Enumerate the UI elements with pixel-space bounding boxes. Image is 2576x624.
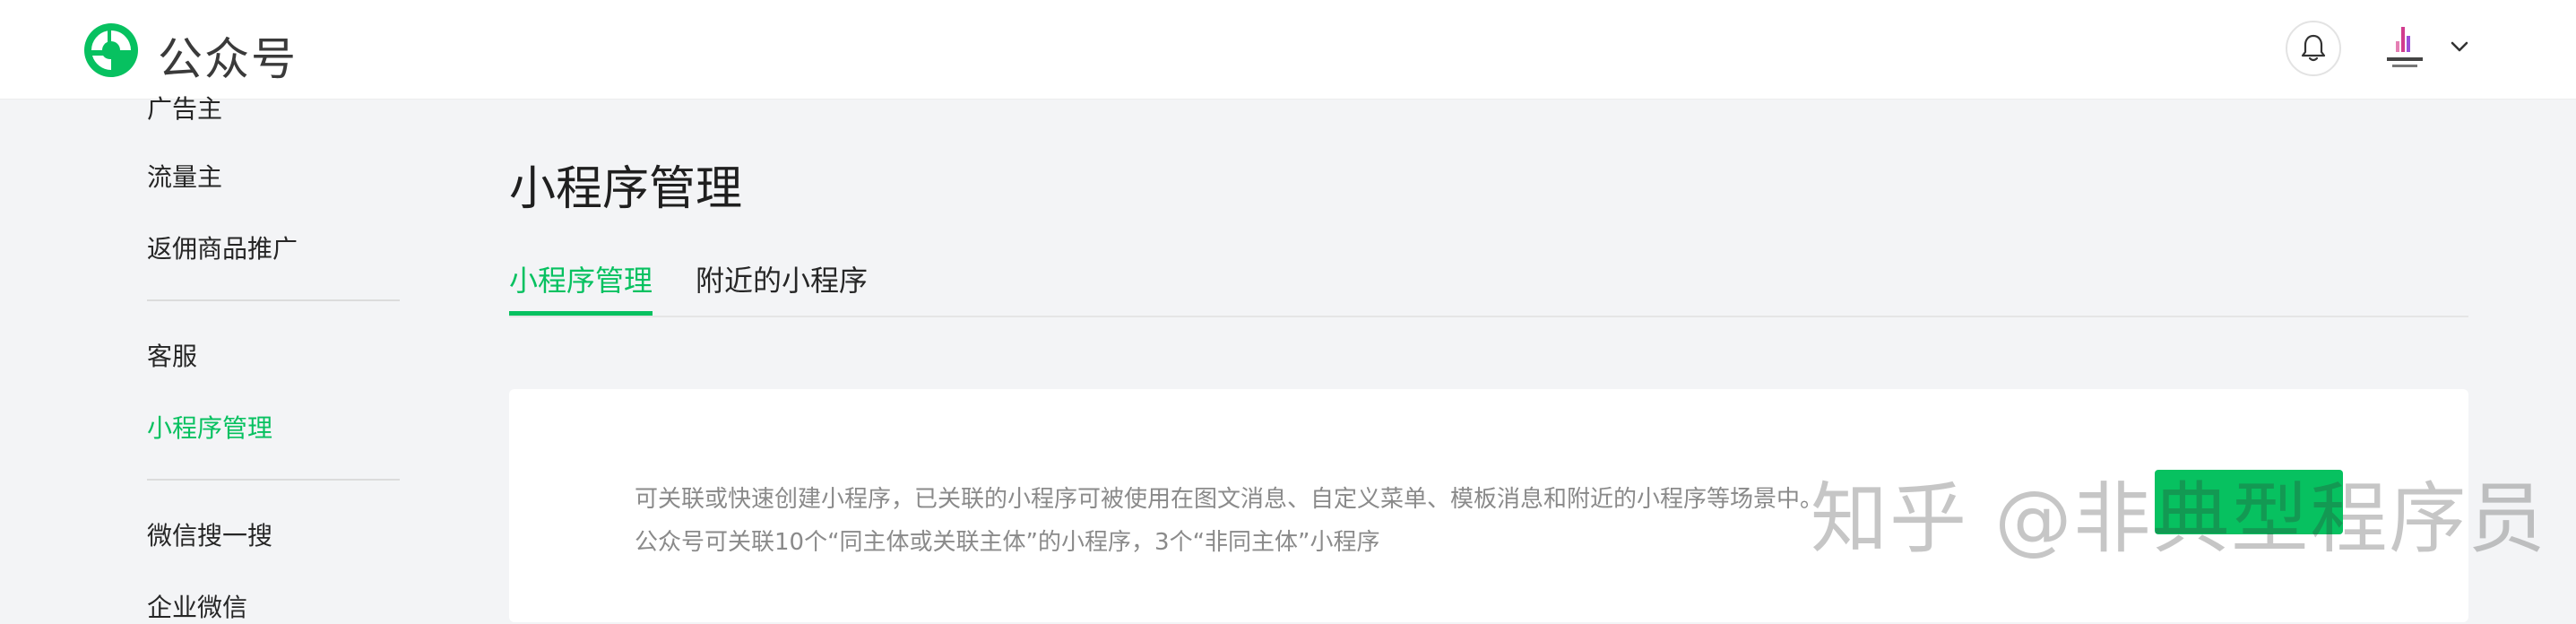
- tab-miniprogram-management[interactable]: 小程序管理: [509, 258, 653, 299]
- sidebar: 广告主 流量主 返佣商品推广 客服 小程序管理 微信搜一搜 企业微信: [0, 94, 466, 622]
- sidebar-item-advertiser[interactable]: 广告主: [147, 90, 222, 126]
- sidebar-item-commission-promotion[interactable]: 返佣商品推广: [147, 230, 298, 265]
- sidebar-item-miniprogram-management[interactable]: 小程序管理: [147, 409, 272, 445]
- wechat-official-logo-icon[interactable]: [81, 20, 142, 81]
- notification-bell-button[interactable]: [2286, 21, 2341, 76]
- brand-title: 公众号: [158, 33, 298, 85]
- sidebar-item-wechat-search[interactable]: 微信搜一搜: [147, 516, 272, 552]
- description-line-2: 公众号可关联10个“同主体或关联主体”的小程序，3个“非同主体”小程序: [635, 529, 1380, 556]
- description-line-1: 可关联或快速创建小程序，已关联的小程序可被使用在图文消息、自定义菜单、模板消息和…: [635, 486, 1824, 513]
- tabs-divider: [509, 316, 2468, 317]
- bell-icon: [2301, 34, 2326, 62]
- sidebar-divider: [147, 299, 400, 301]
- active-tab-indicator: [509, 311, 653, 316]
- sidebar-item-work-wechat[interactable]: 企业微信: [147, 588, 247, 624]
- sidebar-divider: [147, 479, 400, 481]
- chevron-down-icon[interactable]: [2450, 39, 2469, 54]
- top-bar: 公众号: [0, 0, 2576, 100]
- sidebar-item-traffic-owner[interactable]: 流量主: [147, 158, 222, 194]
- tab-nearby-miniprograms[interactable]: 附近的小程序: [696, 258, 868, 299]
- page-title: 小程序管理: [509, 162, 743, 216]
- sidebar-item-customer-service[interactable]: 客服: [147, 337, 197, 373]
- watermark-text: 知乎 @非典型程序员: [1811, 474, 2547, 564]
- account-avatar[interactable]: [2380, 20, 2430, 77]
